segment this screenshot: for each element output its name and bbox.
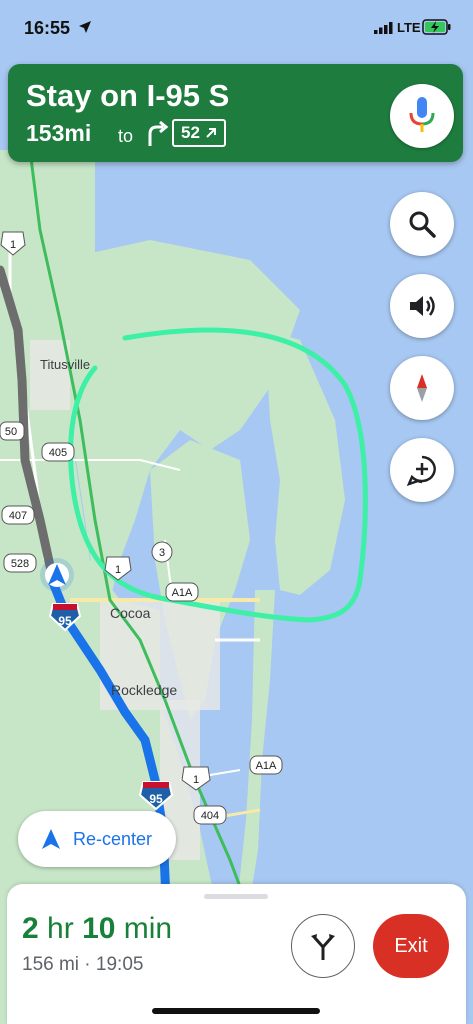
exit-navigation-button[interactable]: Exit bbox=[373, 914, 449, 978]
navigation-banner[interactable]: Stay on I-95 S 153mi to 52 bbox=[8, 64, 463, 162]
exit-number: 52 bbox=[181, 123, 200, 142]
compass-button[interactable] bbox=[390, 356, 454, 420]
svg-text:50: 50 bbox=[5, 426, 17, 438]
svg-text:1: 1 bbox=[10, 239, 16, 251]
distance-to-turn: 153mi bbox=[26, 120, 92, 146]
road-shield-a1a: A1A bbox=[249, 755, 283, 775]
road-shield-50: 50 bbox=[0, 421, 25, 441]
network-type: LTE bbox=[397, 20, 421, 35]
svg-text:A1A: A1A bbox=[172, 587, 193, 599]
svg-text:3: 3 bbox=[159, 547, 165, 559]
road-shield-3: 3 bbox=[151, 541, 173, 563]
eta-min-label: min bbox=[123, 912, 173, 945]
home-indicator[interactable] bbox=[152, 1008, 320, 1014]
microphone-icon bbox=[409, 97, 435, 132]
svg-text:95: 95 bbox=[149, 792, 163, 806]
svg-text:A1A: A1A bbox=[256, 760, 277, 772]
alternate-routes-button[interactable] bbox=[291, 914, 355, 978]
eta-duration: 2 hr 10 min bbox=[22, 912, 172, 946]
drag-handle[interactable] bbox=[204, 894, 268, 899]
compass-icon bbox=[417, 374, 427, 402]
speaker-icon bbox=[410, 296, 435, 316]
recenter-label: Re-center bbox=[73, 829, 153, 849]
road-shield-404: 404 bbox=[193, 805, 227, 825]
road-shield-a1a: A1A bbox=[165, 582, 199, 602]
eta-hr-label: hr bbox=[47, 912, 74, 945]
exit-badge: 52 bbox=[172, 119, 226, 147]
trip-distance-arrival: 156 mi · 19:05 bbox=[22, 954, 144, 975]
road-shield-528: 528 bbox=[3, 553, 37, 573]
trip-summary-sheet[interactable]: 2 hr 10 min 156 mi · 19:05 Exit bbox=[7, 884, 466, 1024]
sound-button[interactable] bbox=[390, 274, 454, 338]
eta-hours: 2 bbox=[22, 912, 39, 945]
svg-text:407: 407 bbox=[9, 510, 27, 522]
status-bar: 16:55 LTE bbox=[0, 0, 473, 58]
battery-charging-icon bbox=[422, 19, 451, 35]
svg-text:405: 405 bbox=[49, 447, 67, 459]
instruction-text: Stay on I-95 S bbox=[26, 78, 230, 113]
svg-text:404: 404 bbox=[201, 810, 219, 822]
search-button[interactable] bbox=[390, 192, 454, 256]
svg-text:95: 95 bbox=[58, 614, 72, 628]
add-report-button[interactable] bbox=[390, 438, 454, 502]
road-shield-405: 405 bbox=[41, 442, 75, 462]
to-label: to bbox=[118, 126, 134, 146]
svg-text:1: 1 bbox=[115, 564, 121, 576]
place-label-titusville: Titusville bbox=[40, 357, 90, 372]
svg-text:1: 1 bbox=[193, 774, 199, 786]
voice-search-button[interactable] bbox=[390, 84, 454, 148]
turn-right-icon bbox=[148, 120, 169, 146]
eta-minutes: 10 bbox=[82, 912, 116, 945]
location-arrow-icon bbox=[79, 21, 91, 33]
recenter-button[interactable]: Re-center bbox=[18, 811, 176, 867]
place-label-rockledge: Rockledge bbox=[111, 682, 177, 698]
search-icon bbox=[409, 211, 436, 238]
status-time: 16:55 bbox=[24, 18, 71, 38]
svg-text:528: 528 bbox=[11, 558, 29, 570]
add-report-icon bbox=[406, 455, 436, 486]
alternate-routes-icon bbox=[311, 934, 335, 960]
place-label-cocoa: Cocoa bbox=[110, 605, 151, 621]
signal-bars-icon bbox=[374, 22, 393, 34]
navigation-arrow-icon bbox=[42, 829, 60, 849]
exit-arrow-icon bbox=[205, 128, 216, 138]
road-shield-407: 407 bbox=[1, 505, 35, 525]
